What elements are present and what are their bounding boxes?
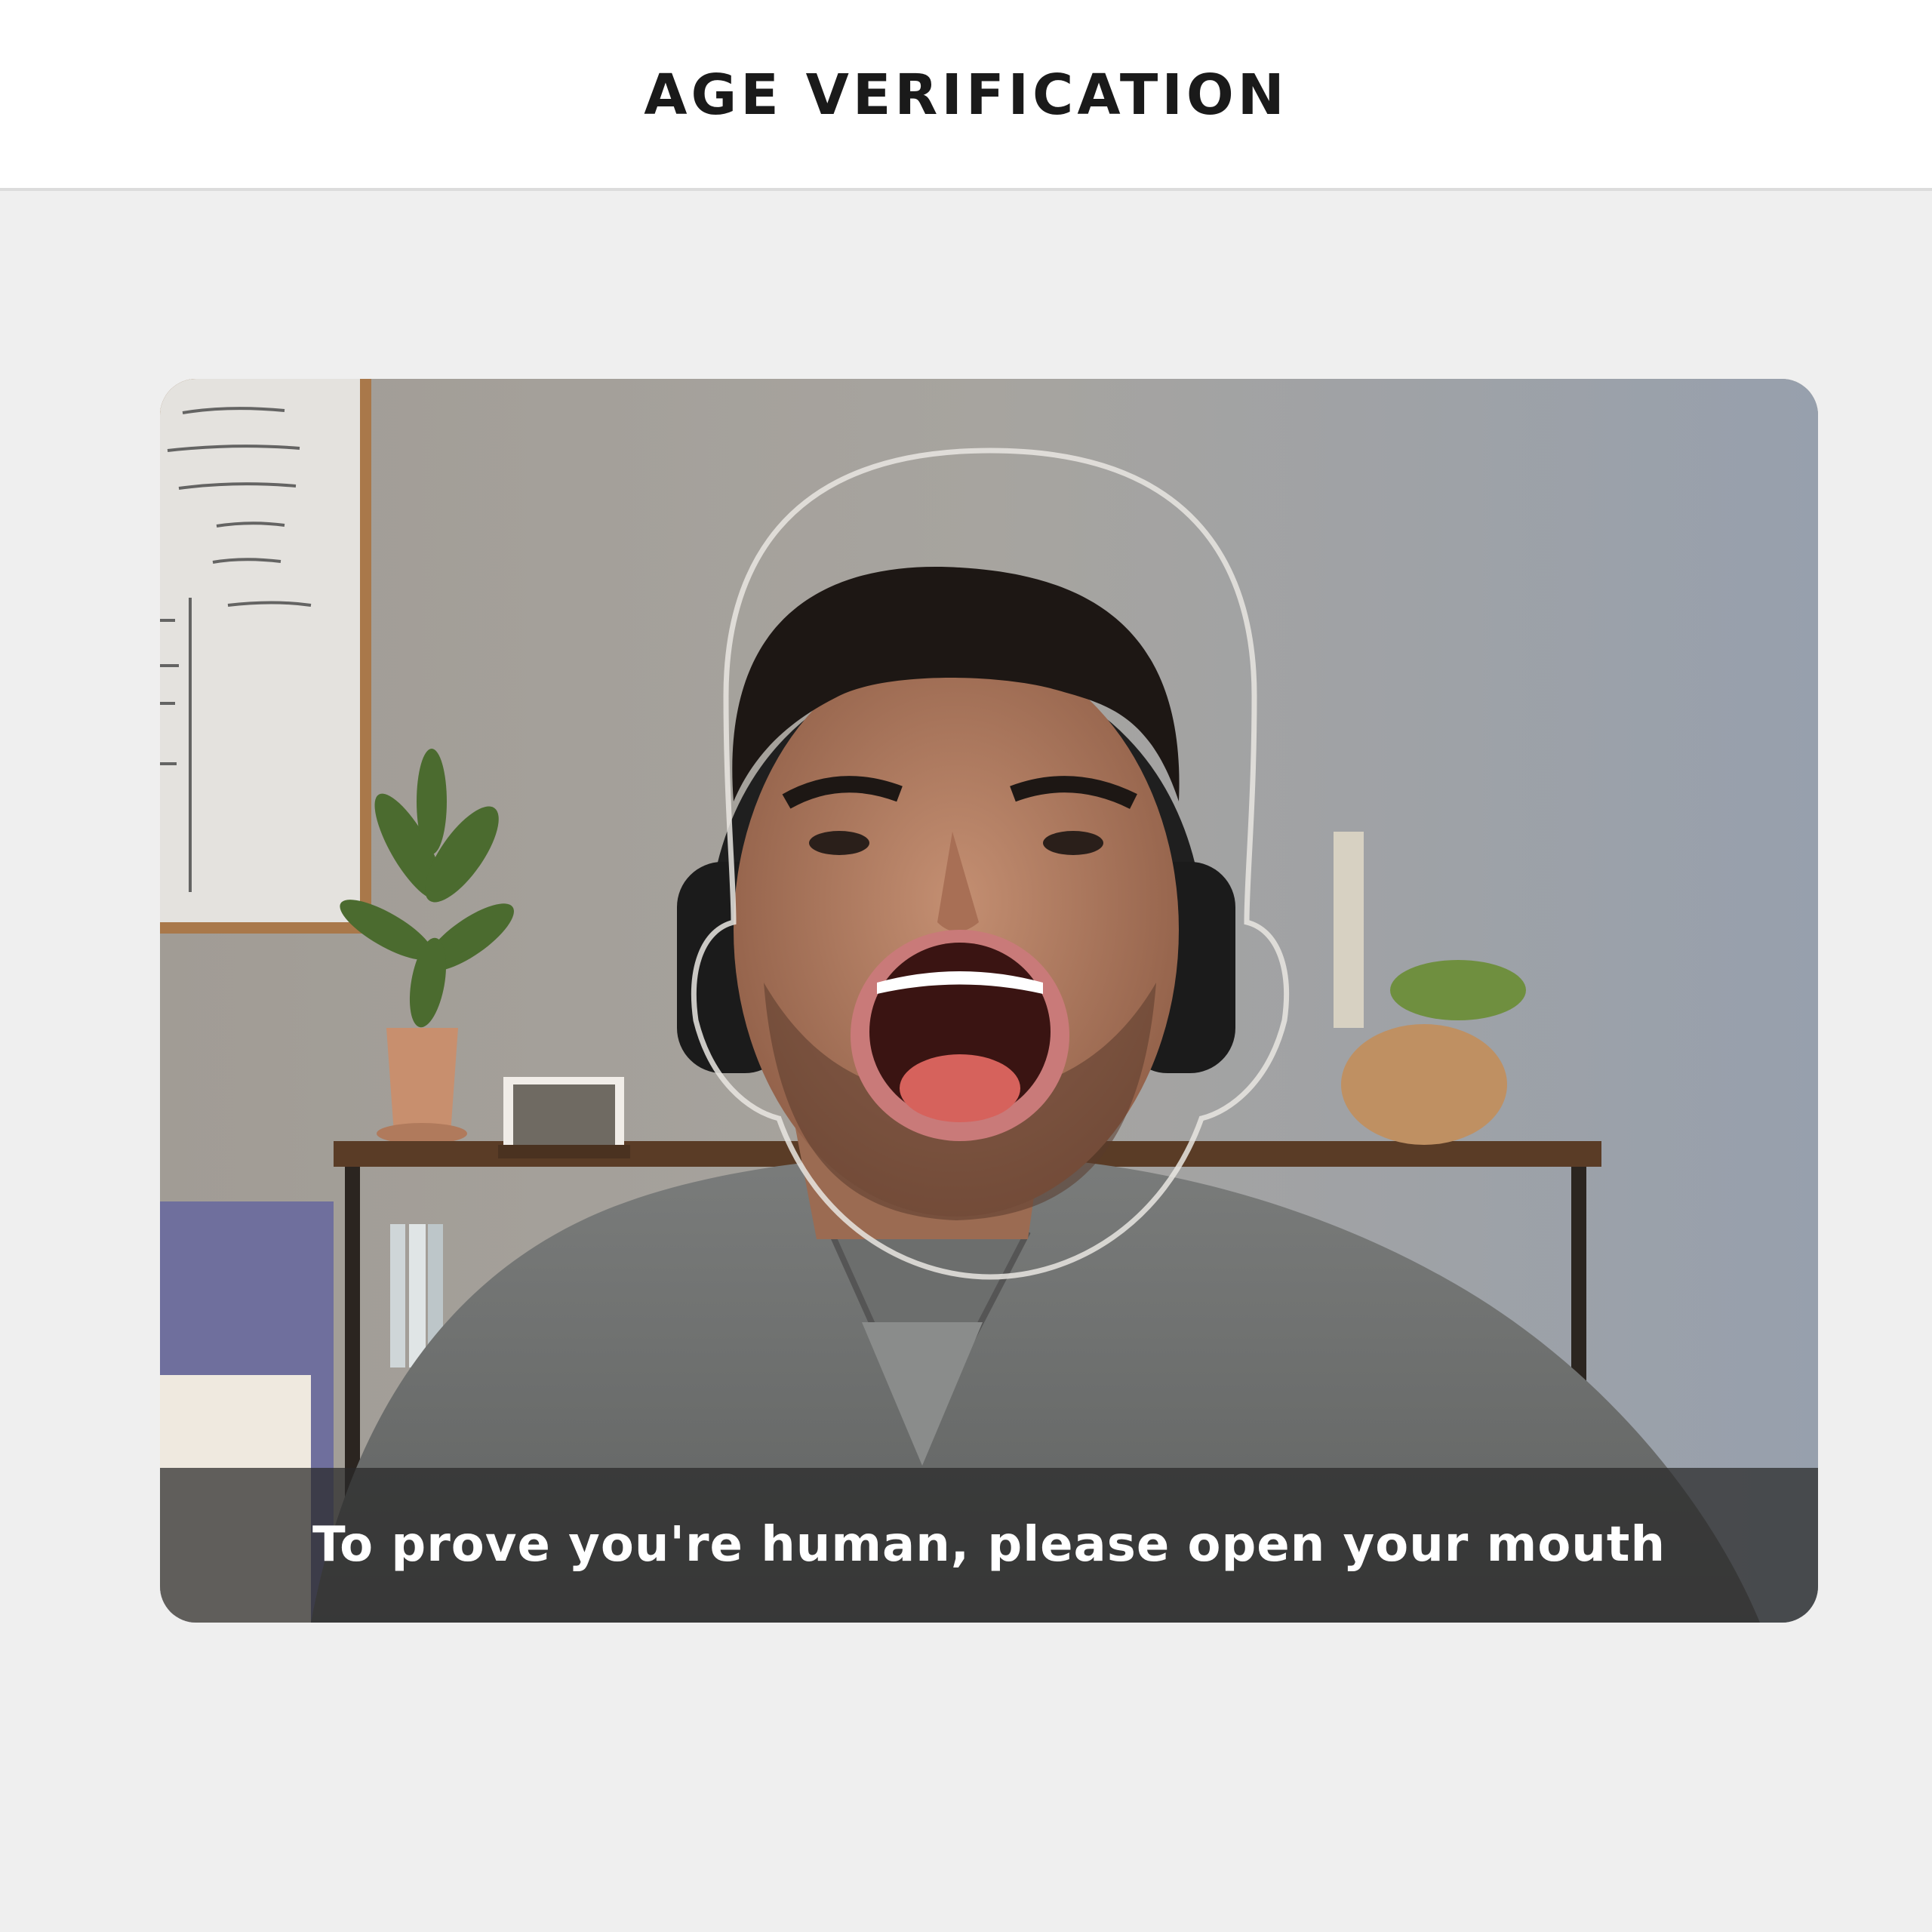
page-title: AGE VERIFICATION — [644, 63, 1288, 128]
instruction-text: To prove you're human, please open your … — [312, 1517, 1666, 1573]
camera-preview: To prove you're human, please open your … — [160, 379, 1818, 1623]
header-bar: AGE VERIFICATION — [0, 0, 1932, 191]
whiteboard — [160, 379, 371, 934]
instruction-caption-bar: To prove you're human, please open your … — [160, 1468, 1818, 1623]
camera-feed-image — [160, 379, 1818, 1623]
photo-frame — [498, 1077, 630, 1158]
